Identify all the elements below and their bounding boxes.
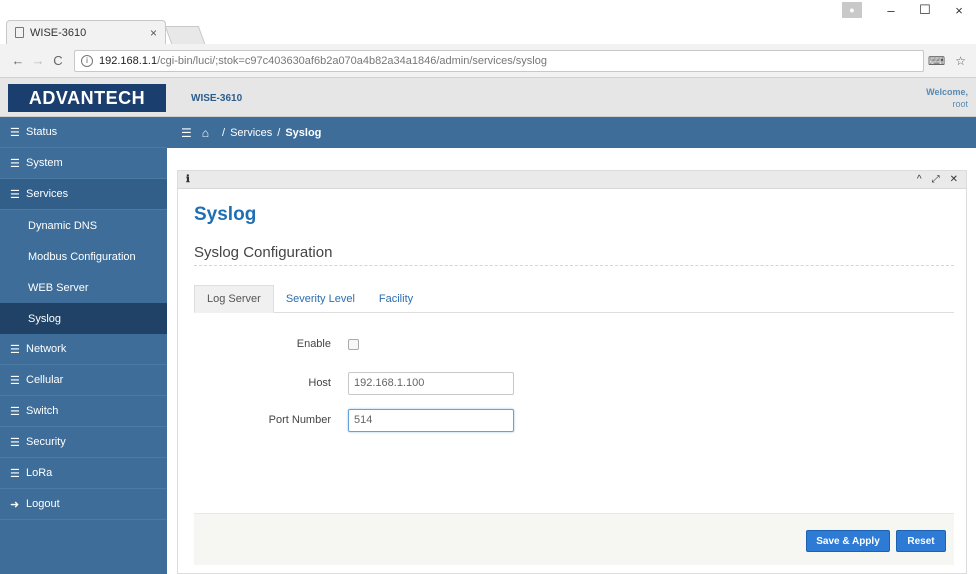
sidebar-item-logout[interactable]: ➜ Logout <box>0 489 167 520</box>
sidebar-item-services[interactable]: ☰ Services <box>0 179 167 210</box>
breadcrumb-current: Syslog <box>285 126 322 139</box>
hamburger-menu-icon[interactable]: ☰ <box>181 126 192 140</box>
list-icon: ☰ <box>10 126 20 139</box>
list-icon: ☰ <box>10 188 20 201</box>
expand-icon[interactable]: ⤢ <box>932 174 940 185</box>
action-bar: Save & Apply Reset <box>194 513 954 565</box>
host-label: Host <box>308 377 331 389</box>
forward-icon[interactable]: → <box>28 53 48 68</box>
enable-label: Enable <box>296 338 331 350</box>
sidebar-item-security[interactable]: ☰ Security <box>0 427 167 458</box>
reset-button[interactable]: Reset <box>896 530 946 552</box>
port-label: Port Number <box>268 414 331 426</box>
host-input[interactable] <box>348 371 514 395</box>
logout-icon: ➜ <box>10 498 20 511</box>
translate-icon[interactable]: ⌨ <box>928 54 945 68</box>
sidebar-item-label: Status <box>26 126 58 138</box>
breadcrumb-services[interactable]: Services <box>230 127 272 139</box>
home-icon[interactable]: ⌂ <box>202 126 209 140</box>
host-row: Host <box>178 371 958 395</box>
sidebar: ☰ Status ☰ System ☰ Services Dynamic DNS Mo… <box>0 117 167 574</box>
port-input[interactable] <box>348 408 514 432</box>
sidebar-item-label: Services <box>26 188 69 200</box>
sidebar-item-label: Cellular <box>26 374 64 386</box>
sidebar-item-lora[interactable]: ☰ LoRa <box>0 458 167 489</box>
list-icon: ☰ <box>10 374 20 387</box>
reload-icon[interactable]: C <box>48 53 68 68</box>
sidebar-subitem-web-server[interactable]: WEB Server <box>0 272 167 303</box>
list-icon: ☰ <box>10 467 20 480</box>
save-apply-button[interactable]: Save & Apply <box>806 530 890 552</box>
breadcrumb-separator: / <box>277 126 281 139</box>
sidebar-item-status[interactable]: ☰ Status <box>0 117 167 148</box>
sidebar-item-label: Security <box>26 436 66 448</box>
close-window-button[interactable]: × <box>942 3 976 18</box>
list-icon: ☰ <box>10 157 20 170</box>
address-bar: ← → C i 192.168.1.1/cgi-bin/luci/;stok=c… <box>0 44 976 78</box>
new-tab-button[interactable] <box>164 26 206 44</box>
port-row: Port Number <box>178 408 958 432</box>
enable-checkbox[interactable] <box>348 338 359 350</box>
sidebar-item-label: LoRa <box>26 467 53 479</box>
sidebar-item-label: Logout <box>26 498 60 510</box>
sidebar-subitem-modbus[interactable]: Modbus Configuration <box>0 241 167 272</box>
page-title: Syslog <box>194 204 257 225</box>
browser-tab[interactable]: WISE-3610 × <box>6 20 166 44</box>
back-icon[interactable]: ← <box>8 53 28 68</box>
url-host: 192.168.1.1 <box>99 54 158 67</box>
url-input[interactable]: i 192.168.1.1/cgi-bin/luci/;stok=c97c403… <box>74 49 924 72</box>
browser-tabbar: WISE-3610 × ● – ☐ × <box>0 0 976 44</box>
breadcrumb: ☰ ⌂ / Services / Syslog <box>167 117 976 148</box>
sidebar-item-system[interactable]: ☰ System <box>0 148 167 179</box>
sidebar-item-label: Switch <box>26 405 59 417</box>
main-content: ℹ ^ ⤢ ✕ Syslog Syslog Configuration Log … <box>167 148 976 574</box>
section-title: Syslog Configuration <box>194 244 333 261</box>
bookmark-star-icon[interactable]: ☆ <box>955 54 966 68</box>
minimize-button[interactable]: – <box>874 3 908 18</box>
site-info-icon[interactable]: i <box>81 54 93 67</box>
collapse-icon[interactable]: ^ <box>917 174 922 185</box>
app-header: ADVANTECH WISE-3610 Welcome, root <box>0 78 976 117</box>
sidebar-subitem-syslog[interactable]: Syslog <box>0 303 167 334</box>
list-icon: ☰ <box>10 343 20 356</box>
advantech-logo: ADVANTECH <box>8 84 166 112</box>
tab-title: WISE-3610 <box>30 26 87 39</box>
sidebar-subitem-dynamic-dns[interactable]: Dynamic DNS <box>0 210 167 241</box>
sidebar-item-network[interactable]: ☰ Network <box>0 334 167 365</box>
username: root <box>952 99 968 109</box>
list-icon: ☰ <box>10 436 20 449</box>
section-divider <box>194 265 954 266</box>
sidebar-item-label: System <box>26 157 63 169</box>
device-name: WISE-3610 <box>191 93 243 104</box>
welcome-label: Welcome, <box>926 87 968 97</box>
config-tabs: Log Server Severity Level Facility <box>194 285 954 313</box>
sidebar-item-cellular[interactable]: ☰ Cellular <box>0 365 167 396</box>
sidebar-item-label: Network <box>26 343 67 355</box>
tab-facility[interactable]: Facility <box>367 285 425 313</box>
maximize-button[interactable]: ☐ <box>908 2 942 18</box>
syslog-panel: ℹ ^ ⤢ ✕ Syslog Syslog Configuration Log … <box>177 170 967 574</box>
page-icon <box>15 27 24 38</box>
tab-severity-level[interactable]: Severity Level <box>274 285 367 313</box>
breadcrumb-separator: / <box>222 126 226 139</box>
window-controls: ● – ☐ × <box>842 0 976 20</box>
enable-row: Enable <box>178 332 958 356</box>
profile-icon[interactable]: ● <box>842 2 862 18</box>
sidebar-item-switch[interactable]: ☰ Switch <box>0 396 167 427</box>
tab-close-icon[interactable]: × <box>150 26 157 40</box>
info-icon: ℹ <box>186 174 190 185</box>
tab-log-server[interactable]: Log Server <box>194 285 274 313</box>
panel-header: ℹ ^ ⤢ ✕ <box>178 171 966 189</box>
close-icon[interactable]: ✕ <box>950 174 958 185</box>
url-path: /cgi-bin/luci/;stok=c97c403630af6b2a070a… <box>157 54 547 67</box>
welcome-text: Welcome, root <box>926 86 968 110</box>
list-icon: ☰ <box>10 405 20 418</box>
